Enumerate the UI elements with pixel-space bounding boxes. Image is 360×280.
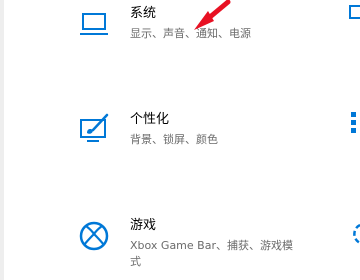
personalization-brush-icon [80,113,109,142]
setting-title: 个性化 [130,112,170,127]
setting-title: 游戏 [130,218,157,233]
partial-update-icon[interactable] [348,222,360,246]
setting-personalization-text: 个性化 背景、锁屏、颜色 [130,112,330,148]
partial-device-icon[interactable] [348,4,360,28]
xbox-icon [79,221,109,251]
setting-gaming-text: 游戏 Xbox Game Bar、捕获、游戏模式 [130,218,330,270]
window-edge [0,0,4,280]
setting-description: 背景、锁屏、颜色 [130,133,218,146]
setting-personalization[interactable]: 个性化 背景、锁屏、颜色 [70,112,330,152]
partial-apps-icon[interactable] [348,110,360,134]
laptop-icon [80,13,108,35]
red-arrow-annotation [194,0,231,30]
setting-description: Xbox Game Bar、捕获、游戏模式 [130,239,293,268]
setting-gaming[interactable]: 游戏 Xbox Game Bar、捕获、游戏模式 [70,218,330,274]
settings-panel: 系统 显示、声音、通知、电源 个性化 背景、锁屏、颜色 游戏 Xbox Game… [0,0,360,280]
